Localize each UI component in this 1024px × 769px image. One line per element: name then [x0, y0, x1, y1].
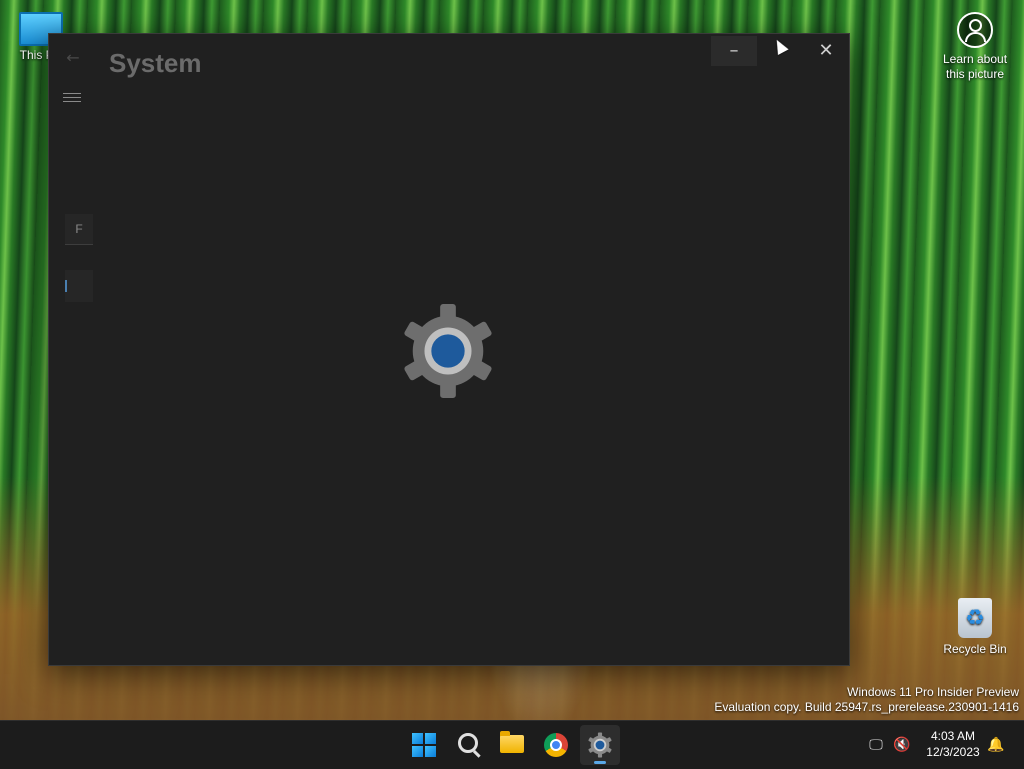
back-button[interactable]: ←	[59, 46, 87, 70]
person-circle-icon	[957, 12, 993, 48]
watermark-line2: Evaluation copy. Build 25947.rs_prerelea…	[714, 700, 1019, 714]
nav-item-loading[interactable]	[65, 270, 93, 302]
settings-gear-loading-icon	[404, 303, 492, 399]
search-button[interactable]	[448, 725, 488, 765]
learn-about-line2: this picture	[945, 67, 1005, 81]
network-icon[interactable]: 🖵	[866, 735, 886, 755]
close-button[interactable]: ✕	[803, 36, 849, 66]
windows-logo-icon	[412, 733, 436, 757]
recycle-bin-desktop-icon[interactable]: Recycle Bin	[940, 596, 1010, 656]
clock-time: 4:03 AM	[930, 729, 976, 743]
settings-window: ← System – ✕ F	[48, 33, 850, 666]
taskbar-clock[interactable]: 4:03 AM 12/3/2023	[920, 728, 986, 760]
chrome-button[interactable]	[536, 725, 576, 765]
taskbar: 🖵 🔇 4:03 AM 12/3/2023 🔔	[0, 720, 1024, 769]
search-box-loading[interactable]: F	[65, 214, 93, 245]
minimize-button[interactable]: –	[711, 36, 757, 66]
clock-date: 12/3/2023	[926, 745, 980, 759]
watermark-line1: Windows 11 Pro Insider Preview	[847, 685, 1019, 699]
search-icon	[458, 733, 478, 753]
file-explorer-button[interactable]	[492, 725, 532, 765]
hamburger-menu-icon[interactable]	[63, 90, 81, 104]
notification-bell-icon[interactable]: 🔔	[986, 735, 1006, 755]
folder-icon	[500, 731, 524, 753]
volume-muted-icon[interactable]: 🔇	[892, 735, 912, 755]
settings-taskbar-button[interactable]	[580, 725, 620, 765]
start-button[interactable]	[404, 725, 444, 765]
learn-about-picture-widget[interactable]: Learn about this picture	[936, 12, 1014, 82]
recycle-bin-label: Recycle Bin	[943, 642, 1007, 656]
learn-about-line1: Learn about	[942, 52, 1008, 66]
chrome-icon	[544, 733, 568, 757]
windows-evaluation-watermark: Windows 11 Pro Insider Preview Evaluatio…	[714, 685, 1019, 715]
window-title: System	[109, 48, 202, 78]
settings-gear-icon	[588, 732, 612, 758]
recycle-bin-icon	[958, 598, 992, 638]
